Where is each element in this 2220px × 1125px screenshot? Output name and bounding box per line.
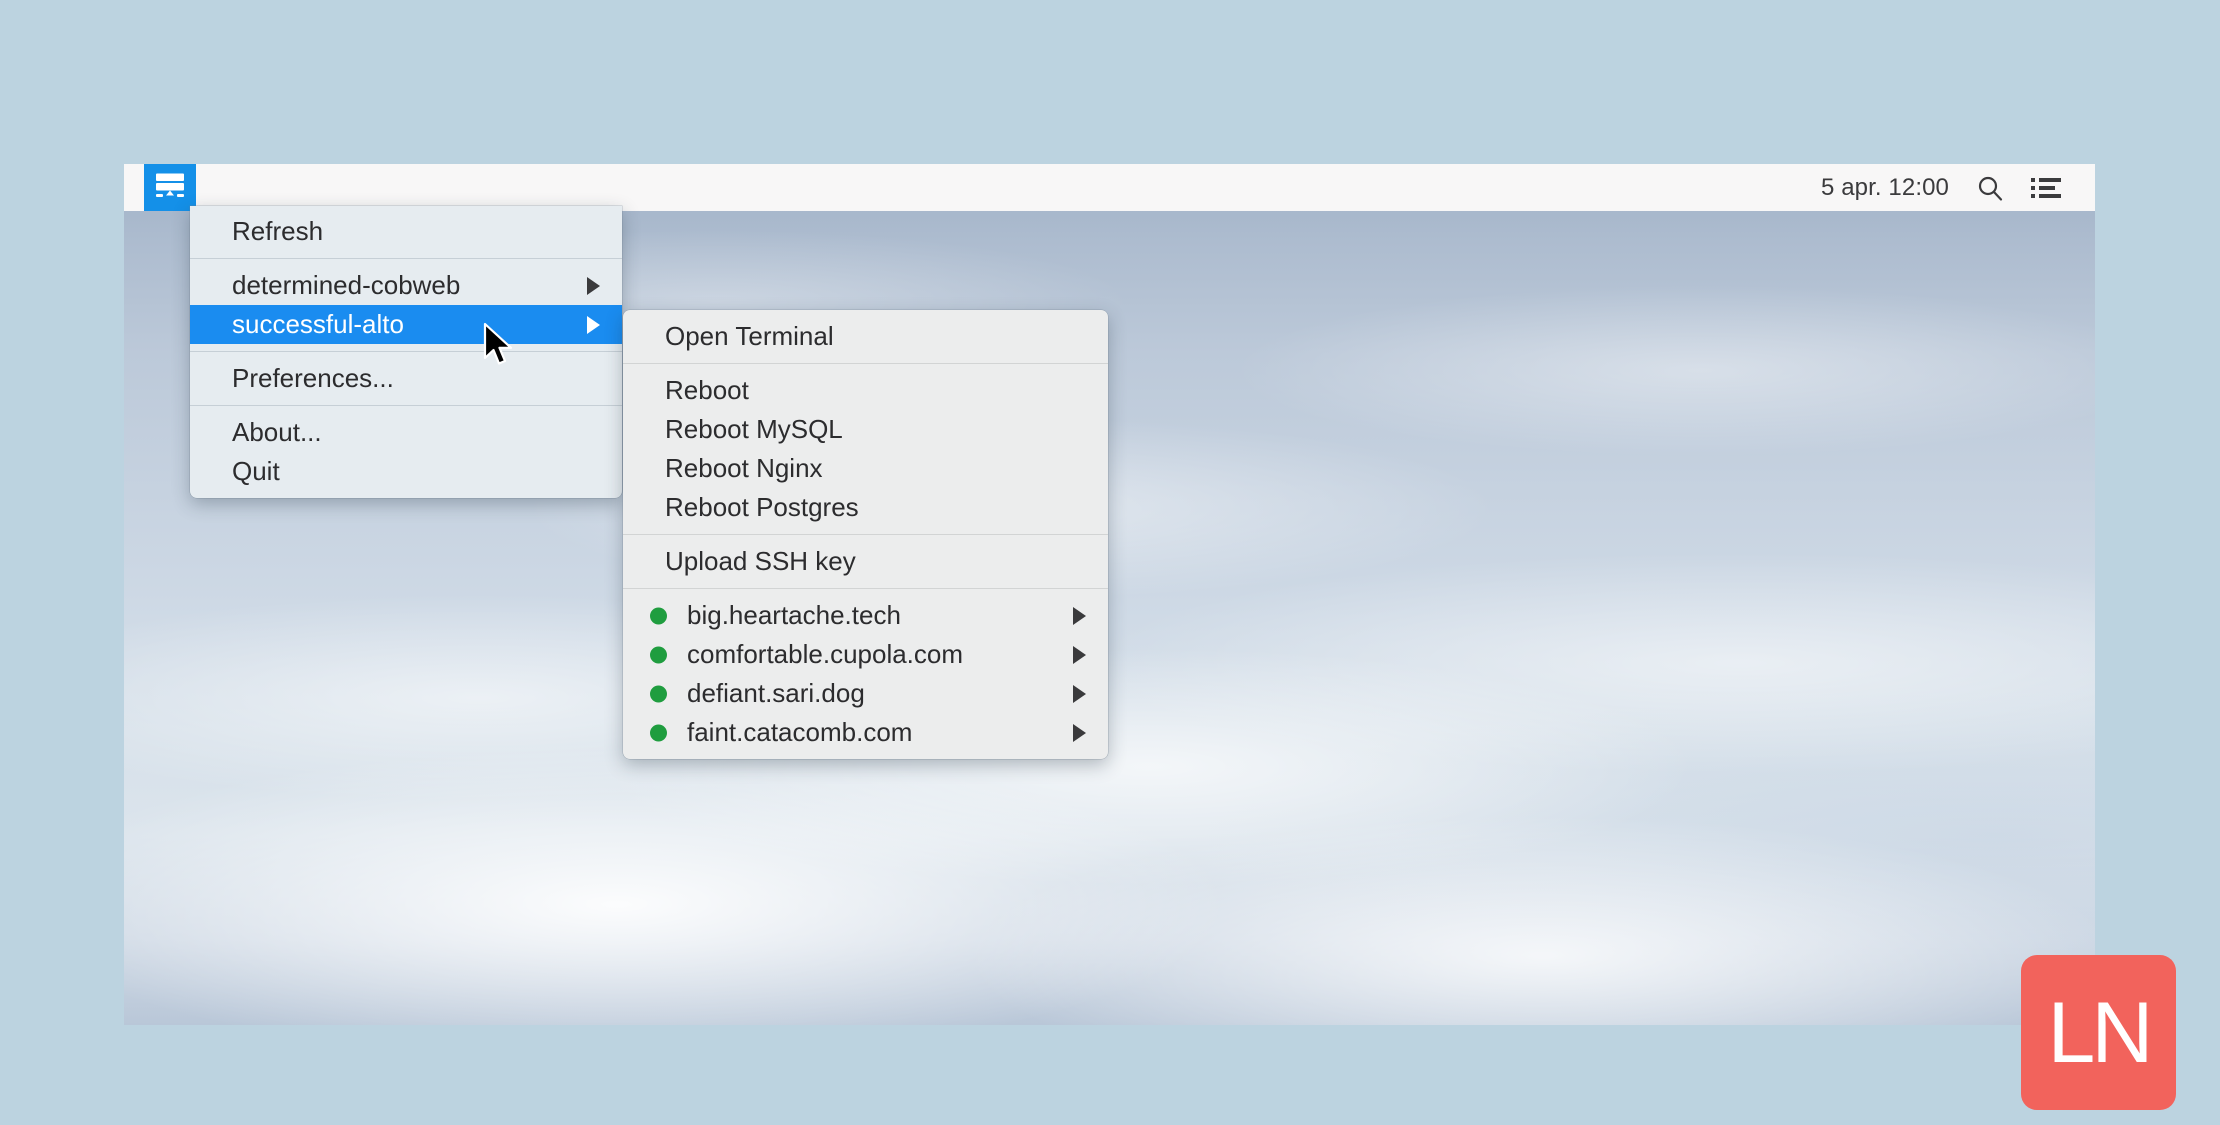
menu-separator	[623, 588, 1108, 589]
menu-item-determined-cobweb[interactable]: determined-cobweb	[190, 266, 622, 305]
menu-bar: 5 apr. 12:00	[124, 164, 2095, 211]
menu-item-label: Preferences...	[232, 363, 394, 393]
menu-item-label: Refresh	[232, 216, 324, 246]
menu-item-reboot-postgres[interactable]: Reboot Postgres	[623, 488, 1108, 527]
menu-item-label: defiant.sari.dog	[687, 678, 865, 708]
menu-item-about[interactable]: About...	[190, 413, 622, 452]
menu-item-label: Reboot	[665, 375, 749, 405]
menu-item-successful-alto[interactable]: successful-alto	[190, 305, 622, 344]
chevron-right-icon	[1073, 723, 1086, 742]
menu-item-label: Upload SSH key	[665, 546, 856, 576]
menu-item-label: Open Terminal	[665, 321, 834, 351]
menu-bar-clock[interactable]: 5 apr. 12:00	[1821, 174, 1949, 202]
menu-bar-status-area: 5 apr. 12:00	[1821, 173, 2095, 203]
menu-separator	[190, 405, 622, 406]
screenshot-stage: 5 apr. 12:00 Refresh determined-cobweb s…	[0, 0, 2220, 1125]
app-dropdown-menu: Refresh determined-cobweb successful-alt…	[190, 206, 622, 498]
menu-separator	[623, 534, 1108, 535]
menu-item-reboot-mysql[interactable]: Reboot MySQL	[623, 410, 1108, 449]
menu-item-label: Reboot Nginx	[665, 453, 823, 483]
menu-separator	[623, 363, 1108, 364]
menu-item-host[interactable]: comfortable.cupola.com	[623, 635, 1108, 674]
menu-item-preferences[interactable]: Preferences...	[190, 359, 622, 398]
menu-item-label: Reboot MySQL	[665, 414, 843, 444]
menu-item-label: About...	[232, 417, 322, 447]
menu-bar-app-item[interactable]	[144, 164, 196, 211]
status-dot-online	[650, 607, 667, 624]
server-submenu: Open Terminal Reboot Reboot MySQL Reboot…	[623, 310, 1108, 759]
menu-item-label: determined-cobweb	[232, 270, 461, 300]
menu-separator	[190, 351, 622, 352]
server-rack-icon	[154, 172, 186, 203]
status-dot-online	[650, 724, 667, 741]
menu-item-quit[interactable]: Quit	[190, 452, 622, 491]
control-center-list-icon[interactable]	[2031, 173, 2061, 203]
menu-item-reboot-nginx[interactable]: Reboot Nginx	[623, 449, 1108, 488]
menu-item-reboot[interactable]: Reboot	[623, 371, 1108, 410]
menu-item-label: successful-alto	[232, 309, 404, 339]
chevron-right-icon	[1073, 684, 1086, 703]
menu-item-host[interactable]: big.heartache.tech	[623, 596, 1108, 635]
menu-item-upload-ssh-key[interactable]: Upload SSH key	[623, 542, 1108, 581]
chevron-right-icon	[587, 315, 600, 334]
menu-item-label: big.heartache.tech	[687, 600, 901, 630]
menu-item-label: Reboot Postgres	[665, 492, 859, 522]
menu-item-label: comfortable.cupola.com	[687, 639, 964, 669]
chevron-right-icon	[587, 276, 600, 295]
menu-item-host[interactable]: faint.catacomb.com	[623, 713, 1108, 752]
menu-bar-left	[124, 164, 196, 211]
ln-logo-text: LN	[2047, 984, 2154, 1081]
menu-item-label: Quit	[232, 456, 280, 486]
menu-separator	[190, 258, 622, 259]
status-dot-online	[650, 646, 667, 663]
search-icon[interactable]	[1975, 173, 2005, 203]
status-dot-online	[650, 685, 667, 702]
menu-item-label: faint.catacomb.com	[687, 717, 913, 747]
menu-item-host[interactable]: defiant.sari.dog	[623, 674, 1108, 713]
menu-item-refresh[interactable]: Refresh	[190, 212, 622, 251]
menu-item-open-terminal[interactable]: Open Terminal	[623, 317, 1108, 356]
chevron-right-icon	[1073, 645, 1086, 664]
ln-watermark-badge: LN	[2021, 955, 2176, 1110]
chevron-right-icon	[1073, 606, 1086, 625]
